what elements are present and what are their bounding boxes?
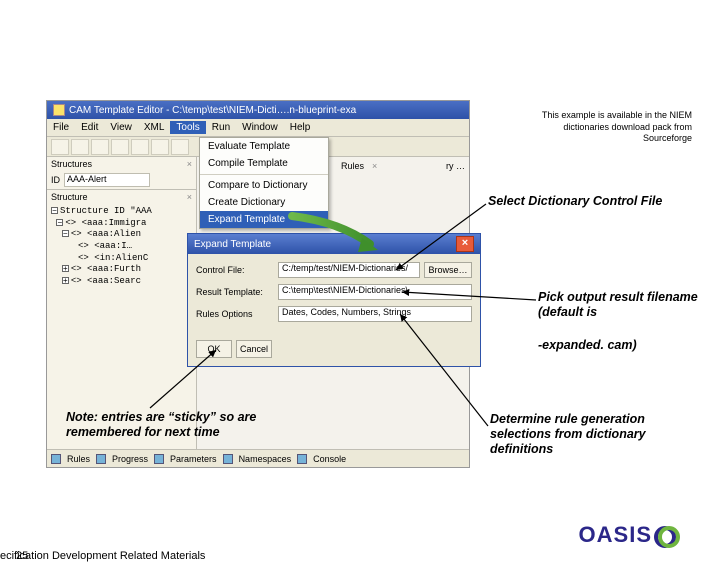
oasis-logo: OASIS — [579, 522, 680, 548]
tools-menu-dropdown: Evaluate Template Compile Template Compa… — [199, 137, 329, 229]
oasis-logo-text: OASIS — [579, 522, 652, 548]
tab-structures[interactable]: Structures — [51, 159, 92, 169]
callout-select-control: Select Dictionary Control File — [488, 194, 668, 209]
mi-compare-dictionary[interactable]: Compare to Dictionary — [200, 177, 328, 194]
browse-button[interactable]: Browse… — [424, 262, 472, 278]
footer-text: ecification Development Related Material… — [0, 550, 205, 562]
control-file-input[interactable]: C:/temp/test/NIEM-Dictionaries/ — [278, 262, 420, 278]
close-icon[interactable]: × — [187, 192, 192, 202]
mi-evaluate-template[interactable]: Evaluate Template — [200, 138, 328, 155]
tab-parameters[interactable]: Parameters — [170, 454, 217, 464]
titlebar: CAM Template Editor - C:\temp\test\NIEM-… — [47, 101, 469, 119]
id-label: ID — [51, 175, 60, 185]
bottom-bar: Rules Progress Parameters Namespaces Con… — [47, 449, 469, 467]
menu-edit[interactable]: Edit — [75, 122, 104, 133]
menu-view[interactable]: View — [104, 122, 138, 133]
toolbar-button[interactable] — [51, 139, 69, 155]
tab-progress[interactable]: Progress — [112, 454, 148, 464]
menu-file[interactable]: File — [47, 122, 75, 133]
callout-output-filename: Pick output result filename (default is — [538, 290, 698, 320]
progress-icon — [96, 454, 106, 464]
mi-expand-template[interactable]: Expand Template — [200, 211, 328, 228]
tab-rules[interactable]: Rules — [337, 160, 368, 172]
rules-options-input[interactable]: Dates, Codes, Numbers, Strings — [278, 306, 472, 322]
menubar: File Edit View XML Tools Run Window Help — [47, 119, 469, 137]
callout-expanded-cam: -expanded. cam) — [538, 338, 698, 353]
availability-note: This example is available in the NIEM di… — [512, 110, 692, 145]
cancel-button[interactable]: Cancel — [236, 340, 272, 358]
rules-icon — [51, 454, 61, 464]
id-input[interactable]: AAA-Alert — [64, 173, 150, 187]
tab-more[interactable]: ry … — [442, 160, 469, 172]
toolbar-button[interactable] — [131, 139, 149, 155]
structure-tree[interactable]: −Structure ID "AAA −<> <aaa:Immigra −<> … — [47, 204, 196, 290]
control-file-label: Control File: — [196, 265, 274, 275]
dialog-title: Expand Template — [194, 239, 271, 250]
mi-create-dictionary[interactable]: Create Dictionary — [200, 194, 328, 211]
toolbar-button[interactable] — [151, 139, 169, 155]
tab-rules-btm[interactable]: Rules — [67, 454, 90, 464]
window-title: CAM Template Editor - C:\temp\test\NIEM-… — [69, 105, 356, 116]
rules-options-label: Rules Options — [196, 309, 274, 319]
app-icon — [53, 104, 65, 116]
page-number: 25 — [16, 550, 28, 562]
expand-template-dialog: Expand Template × Control File: C:/temp/… — [187, 233, 481, 367]
menu-window[interactable]: Window — [236, 122, 284, 133]
result-template-input[interactable]: C:\temp\test\NIEM-Dictionaries\ — [278, 284, 472, 300]
menu-run[interactable]: Run — [206, 122, 236, 133]
dialog-close-button[interactable]: × — [456, 236, 474, 252]
note-sticky-entries: Note: entries are “sticky” so are rememb… — [66, 410, 296, 440]
tab-namespaces[interactable]: Namespaces — [239, 454, 292, 464]
namespaces-icon — [223, 454, 233, 464]
ok-button[interactable]: OK — [196, 340, 232, 358]
tab-structure[interactable]: Structure — [51, 192, 88, 202]
toolbar-button[interactable] — [111, 139, 129, 155]
close-icon[interactable]: × — [187, 159, 192, 169]
result-template-label: Result Template: — [196, 287, 274, 297]
close-icon[interactable]: × — [372, 161, 377, 171]
menu-tools[interactable]: Tools — [170, 121, 205, 134]
callout-rule-generation: Determine rule generation selections fro… — [490, 412, 690, 457]
console-icon — [297, 454, 307, 464]
menu-help[interactable]: Help — [284, 122, 317, 133]
menu-xml[interactable]: XML — [138, 122, 171, 133]
parameters-icon — [154, 454, 164, 464]
mi-compile-template[interactable]: Compile Template — [200, 155, 328, 172]
oasis-logo-icon — [654, 522, 680, 548]
toolbar-button[interactable] — [91, 139, 109, 155]
toolbar-button[interactable] — [171, 139, 189, 155]
toolbar-button[interactable] — [71, 139, 89, 155]
tab-console[interactable]: Console — [313, 454, 346, 464]
